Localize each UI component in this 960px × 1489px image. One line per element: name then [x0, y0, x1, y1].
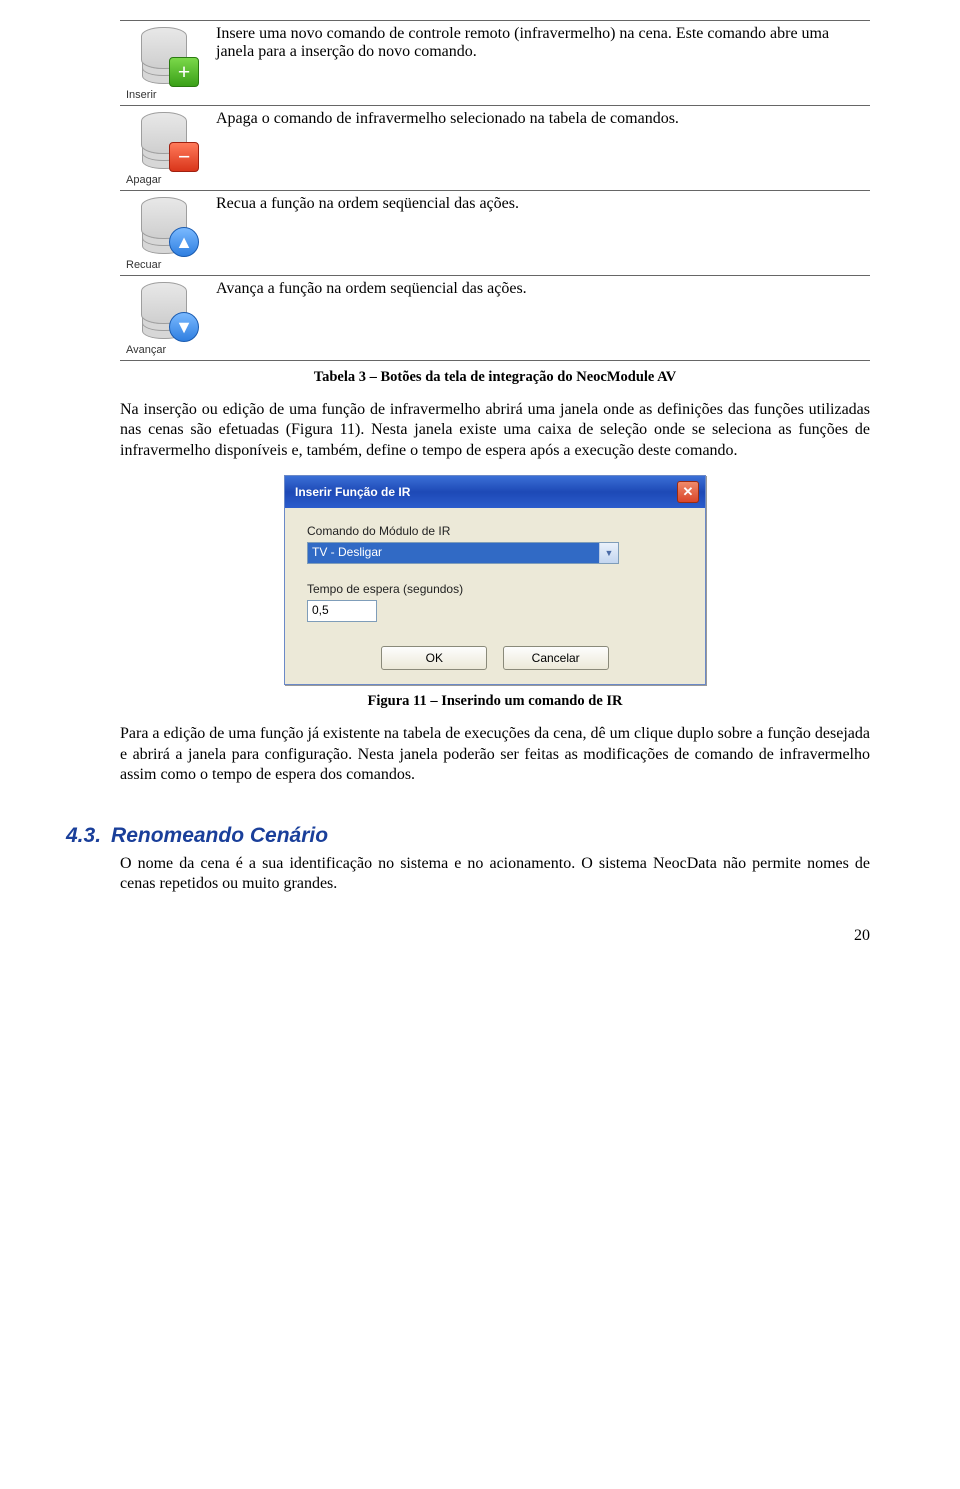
- database-minus-icon: −: [135, 110, 195, 168]
- paragraph-1: Na inserção ou edição de uma função de i…: [120, 400, 870, 461]
- dialog-titlebar: Inserir Função de IR ✕: [285, 476, 705, 508]
- section-body: O nome da cena é a sua identificação no …: [120, 854, 870, 895]
- database-down-icon: ▼: [135, 280, 195, 338]
- cancel-button[interactable]: Cancelar: [503, 646, 609, 670]
- paragraph-2: Para a edição de uma função já existente…: [120, 724, 870, 785]
- dialog-title: Inserir Função de IR: [295, 485, 410, 499]
- combo-comando-ir[interactable]: TV - Desligar ▼: [307, 542, 619, 564]
- desc-inserir: Insere uma novo comando de controle remo…: [216, 21, 870, 106]
- icon-label: Inserir: [126, 89, 210, 101]
- section-heading: 4.3. Renomeando Cenário: [66, 824, 870, 848]
- close-icon[interactable]: ✕: [677, 481, 699, 503]
- icon-cell-inserir: + Inserir: [120, 21, 216, 106]
- icon-cell-apagar: − Apagar: [120, 106, 216, 191]
- dialog-inserir-funcao-ir: Inserir Função de IR ✕ Comando do Módulo…: [284, 475, 706, 685]
- figure-caption: Figura 11 – Inserindo um comando de IR: [120, 693, 870, 710]
- label-comando: Comando do Módulo de IR: [307, 524, 683, 538]
- ok-button[interactable]: OK: [381, 646, 487, 670]
- desc-avancar: Avança a função na ordem seqüencial das …: [216, 276, 870, 361]
- page-number: 20: [120, 927, 870, 945]
- database-up-icon: ▲: [135, 195, 195, 253]
- database-plus-icon: +: [135, 25, 195, 83]
- buttons-table: + Inserir Insere uma novo comando de con…: [120, 20, 870, 361]
- icon-cell-recuar: ▲ Recuar: [120, 191, 216, 276]
- icon-cell-avancar: ▼ Avançar: [120, 276, 216, 361]
- icon-label: Recuar: [126, 259, 210, 271]
- icon-label: Avançar: [126, 344, 210, 356]
- section-number: 4.3.: [66, 824, 101, 847]
- chevron-down-icon[interactable]: ▼: [599, 543, 618, 563]
- desc-apagar: Apaga o comando de infravermelho selecio…: [216, 106, 870, 191]
- section-title: Renomeando Cenário: [111, 824, 328, 847]
- combo-value: TV - Desligar: [308, 543, 599, 563]
- icon-label: Apagar: [126, 174, 210, 186]
- input-tempo-espera[interactable]: 0,5: [307, 600, 377, 622]
- desc-recuar: Recua a função na ordem seqüencial das a…: [216, 191, 870, 276]
- label-tempo-espera: Tempo de espera (segundos): [307, 582, 683, 596]
- table-caption: Tabela 3 – Botões da tela de integração …: [120, 369, 870, 386]
